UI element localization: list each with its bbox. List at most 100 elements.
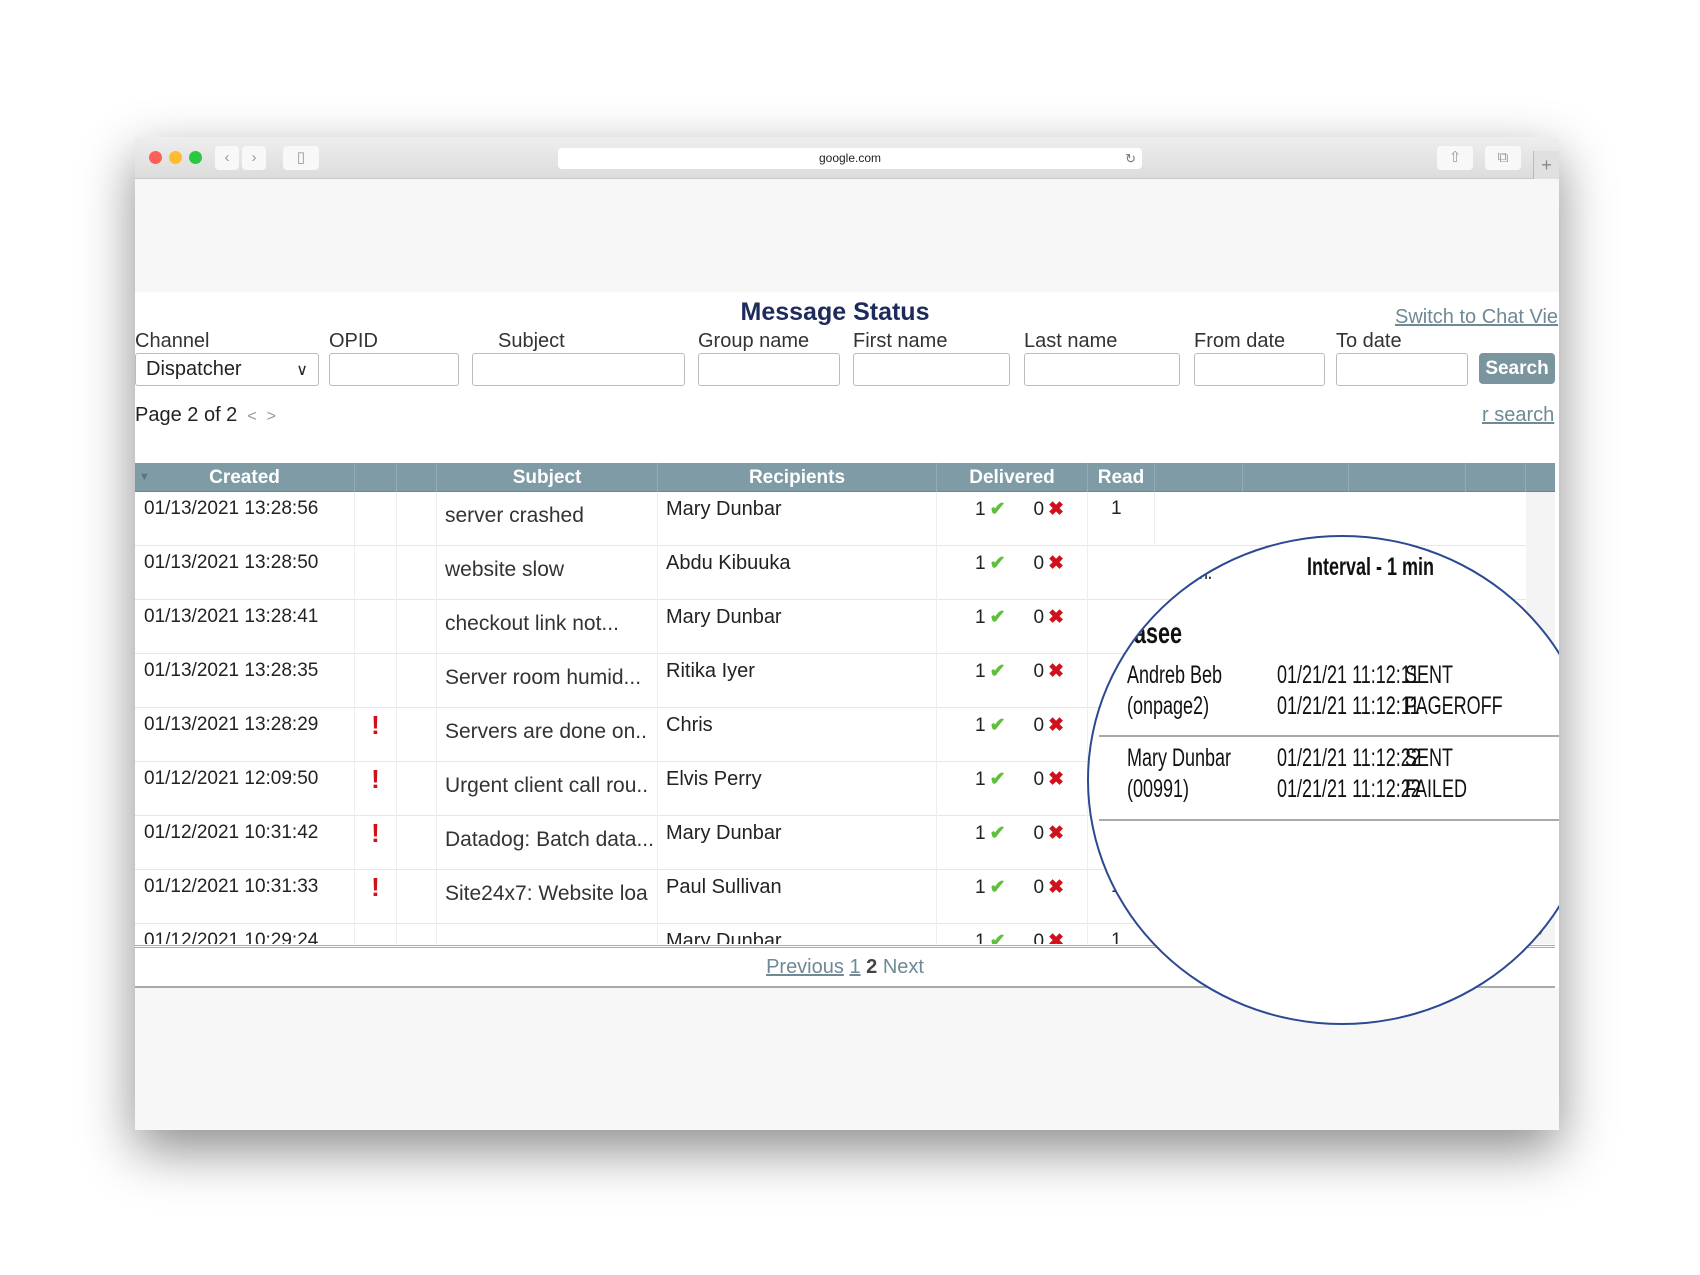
urgent-icon: ! bbox=[371, 710, 380, 740]
urgent-cell: ! bbox=[355, 762, 397, 816]
blank-cell bbox=[397, 600, 437, 654]
back-icon[interactable]: ‹ bbox=[215, 146, 239, 170]
other-search-link[interactable]: r search bbox=[1482, 404, 1554, 427]
forward-icon[interactable]: › bbox=[242, 146, 266, 170]
last-name-label: Last name bbox=[1024, 330, 1118, 352]
blank-cell bbox=[397, 924, 437, 944]
delivered-count: 1 bbox=[975, 499, 986, 520]
urgent-cell bbox=[355, 924, 397, 944]
next-link[interactable]: Next bbox=[883, 956, 924, 978]
cross-icon: ✖ bbox=[1048, 823, 1064, 844]
search-button[interactable]: Search bbox=[1479, 353, 1555, 384]
urgent-cell: ! bbox=[355, 708, 397, 762]
group-name-label: Group name bbox=[698, 330, 810, 352]
recipients-cell: Abdu Kibuuka bbox=[658, 546, 937, 600]
failed-count: 0 bbox=[1033, 715, 1045, 736]
subject-cell: Urgent client call rou.. bbox=[437, 762, 658, 816]
column-header[interactable]: Recipients bbox=[658, 463, 937, 492]
delivered-cell: 1 ✔ 0 ✖ bbox=[937, 924, 1088, 944]
subject-cell: checkout link not... bbox=[437, 600, 658, 654]
entry-name: Mary Dunbar bbox=[1127, 744, 1232, 772]
opid-label: OPID bbox=[329, 330, 378, 352]
check-icon: ✔ bbox=[989, 769, 1006, 790]
subject-cell bbox=[437, 924, 658, 944]
channel-label: Channel bbox=[135, 330, 210, 352]
divider bbox=[1099, 819, 1559, 821]
sidebar-icon[interactable]: ▯ bbox=[283, 146, 319, 170]
prev-page-arrow[interactable]: < bbox=[247, 408, 256, 425]
urgent-cell bbox=[355, 546, 397, 600]
delivered-count: 1 bbox=[975, 877, 986, 898]
column-header[interactable] bbox=[1466, 463, 1526, 492]
entry-status: SENT bbox=[1405, 661, 1454, 689]
from-date-label: From date bbox=[1194, 330, 1286, 352]
urgent-icon: ! bbox=[371, 818, 380, 848]
from-date-input[interactable] bbox=[1194, 353, 1325, 386]
created-cell: 01/13/2021 13:28:29 bbox=[135, 708, 355, 762]
column-header[interactable]: Subject bbox=[437, 463, 658, 492]
check-icon: ✔ bbox=[989, 553, 1006, 574]
recipients-cell: Mary Dunbar bbox=[658, 492, 937, 546]
created-cell: 01/12/2021 10:31:42 bbox=[135, 816, 355, 870]
reload-icon[interactable]: ↻ bbox=[1125, 148, 1136, 169]
delivered-cell: 1 ✔ 0 ✖ bbox=[937, 816, 1088, 870]
delivered-count: 1 bbox=[975, 553, 986, 574]
urgent-cell bbox=[355, 600, 397, 654]
last-name-input[interactable] bbox=[1024, 353, 1180, 386]
previous-link[interactable]: Previous bbox=[766, 956, 844, 978]
recipients-cell: Ritika Iyer bbox=[658, 654, 937, 708]
first-name-input[interactable] bbox=[853, 353, 1010, 386]
read-cell: 1 bbox=[1088, 492, 1155, 546]
first-name-label: First name bbox=[853, 330, 948, 352]
group-name-input[interactable] bbox=[698, 353, 840, 386]
column-header[interactable] bbox=[1155, 463, 1243, 492]
column-header[interactable]: Created bbox=[135, 463, 355, 492]
to-date-input[interactable] bbox=[1336, 353, 1468, 386]
check-icon: ✔ bbox=[989, 607, 1006, 628]
subject-cell: Site24x7: Website loa bbox=[437, 870, 658, 924]
column-header[interactable] bbox=[1243, 463, 1349, 492]
blank-cell bbox=[397, 654, 437, 708]
new-tab-icon[interactable]: + bbox=[1533, 151, 1559, 179]
recipients-cell: Elvis Perry bbox=[658, 762, 937, 816]
next-page-arrow[interactable]: > bbox=[267, 408, 276, 425]
maximize-window-button[interactable] bbox=[189, 151, 202, 164]
cross-icon: ✖ bbox=[1048, 553, 1064, 574]
share-icon[interactable]: ⇧ bbox=[1437, 146, 1473, 170]
cross-icon: ✖ bbox=[1048, 931, 1064, 944]
column-header[interactable] bbox=[1349, 463, 1466, 492]
sort-icon[interactable]: ▼ bbox=[139, 463, 150, 492]
entry-time: 01/21/21 11:12:22 bbox=[1277, 744, 1421, 772]
address-bar[interactable]: google.com ↻ bbox=[558, 148, 1142, 169]
failed-count: 0 bbox=[1033, 607, 1045, 628]
subject-cell: Servers are done on.. bbox=[437, 708, 658, 762]
urgent-icon: ! bbox=[371, 764, 380, 794]
entry-id: (onpage2) bbox=[1127, 692, 1210, 720]
browser-toolbar: ‹ › ▯ google.com ↻ ⇧ ⧉ + bbox=[135, 137, 1559, 179]
blank-cell bbox=[397, 762, 437, 816]
tabs-icon[interactable]: ⧉ bbox=[1485, 146, 1521, 170]
channel-select[interactable]: Dispatcher ∨ bbox=[135, 353, 319, 386]
urgent-cell bbox=[355, 492, 397, 546]
column-header[interactable]: Read bbox=[1088, 463, 1155, 492]
switch-to-chat-view-link[interactable]: Switch to Chat Vie bbox=[1395, 306, 1558, 329]
column-header[interactable]: Delivered bbox=[937, 463, 1088, 492]
minimize-window-button[interactable] bbox=[169, 151, 182, 164]
close-window-button[interactable] bbox=[149, 151, 162, 164]
delivered-cell: 1 ✔ 0 ✖ bbox=[937, 708, 1088, 762]
delivered-count: 1 bbox=[975, 931, 986, 944]
delivered-cell: 1 ✔ 0 ✖ bbox=[937, 870, 1088, 924]
column-header[interactable] bbox=[397, 463, 437, 492]
opid-input[interactable] bbox=[329, 353, 459, 386]
subject-input[interactable] bbox=[472, 353, 685, 386]
entry-time: 01/21/21 11:12:22 bbox=[1277, 775, 1421, 803]
column-header[interactable] bbox=[355, 463, 397, 492]
table-header: Created Subject Recipients Delivered Read ▼ bbox=[135, 463, 1555, 492]
cross-icon: ✖ bbox=[1048, 661, 1064, 682]
entry-status: SENT bbox=[1405, 744, 1454, 772]
check-icon: ✔ bbox=[989, 715, 1006, 736]
page-1-link[interactable]: 1 bbox=[849, 956, 860, 978]
check-icon: ✔ bbox=[989, 877, 1006, 898]
page-info: Page 2 of 2 < > bbox=[135, 404, 276, 427]
recipients-cell: Mary Dunbar bbox=[658, 600, 937, 654]
